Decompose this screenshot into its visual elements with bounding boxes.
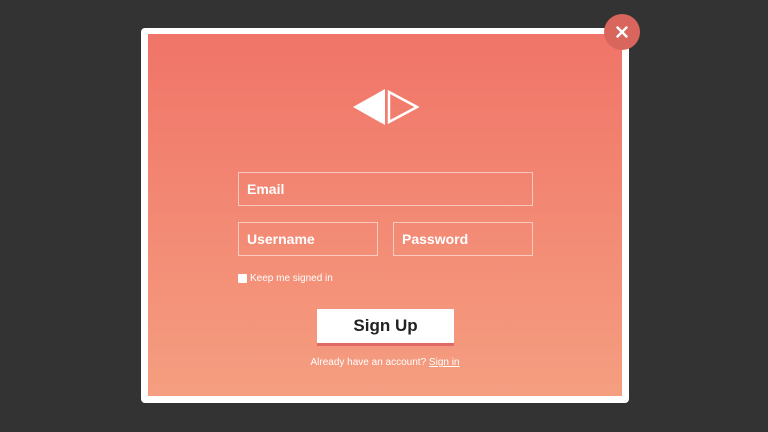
- close-icon: [616, 26, 628, 38]
- signup-modal: Keep me signed in Sign Up Already have a…: [141, 28, 629, 403]
- close-button[interactable]: [604, 14, 640, 50]
- signin-prompt: Already have an account?: [310, 357, 427, 368]
- remember-me-checkbox[interactable]: [238, 274, 247, 283]
- signin-link[interactable]: Sign in: [429, 357, 460, 368]
- remember-me-row: Keep me signed in: [238, 273, 333, 284]
- username-field[interactable]: [238, 222, 378, 256]
- signin-line: Already have an account? Sign in: [148, 357, 622, 368]
- remember-me-label: Keep me signed in: [250, 273, 333, 284]
- password-field[interactable]: [393, 222, 533, 256]
- sign-up-button[interactable]: Sign Up: [317, 309, 454, 346]
- email-field[interactable]: [238, 172, 533, 206]
- modal-panel: Keep me signed in Sign Up Already have a…: [148, 34, 622, 396]
- triangle-logo-icon: [353, 89, 419, 125]
